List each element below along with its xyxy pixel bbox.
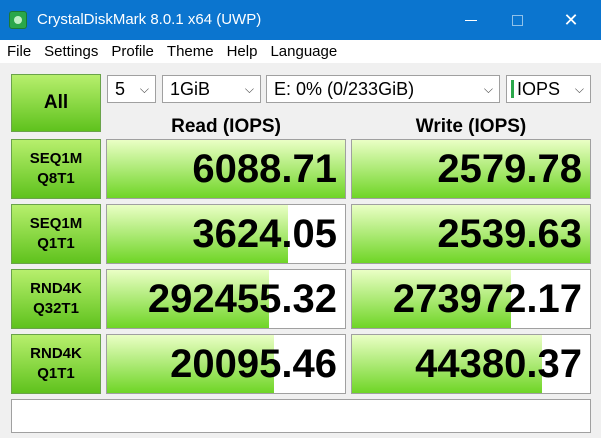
- menu-profile[interactable]: Profile: [104, 43, 160, 60]
- write-value: 2539.63: [437, 212, 582, 256]
- read-value: 6088.71: [192, 147, 337, 191]
- title-bar[interactable]: CrystalDiskMark 8.0.1 x64 (UWP) ✕: [0, 0, 601, 40]
- test-size-value: 1GiB: [170, 79, 211, 99]
- chevron-down-icon: ⌵: [483, 82, 493, 96]
- test-count-value: 5: [115, 79, 126, 99]
- menu-language[interactable]: Language: [263, 43, 343, 60]
- write-header: Write (IOPS): [415, 116, 527, 137]
- close-icon: ✕: [563, 9, 579, 30]
- menu-help[interactable]: Help: [220, 43, 264, 60]
- chevron-down-icon: ⌵: [574, 82, 584, 96]
- test-button-line2: Q1T1: [37, 235, 75, 252]
- write-value: 44380.37: [415, 342, 582, 386]
- write-result-rnd4k-q1t1: 44380.37: [351, 334, 591, 394]
- write-value: 2579.78: [437, 147, 582, 191]
- test-button-rnd4k-q1t1[interactable]: RND4K Q1T1: [11, 334, 101, 394]
- read-result-seq1m-q1t1: 3624.05: [106, 204, 346, 264]
- close-button[interactable]: ✕: [548, 0, 594, 40]
- test-button-seq1m-q1t1[interactable]: SEQ1M Q1T1: [11, 204, 101, 264]
- minimize-button[interactable]: [448, 0, 494, 40]
- chevron-down-icon: ⌵: [244, 82, 254, 96]
- test-button-seq1m-q8t1[interactable]: SEQ1M Q8T1: [11, 139, 101, 199]
- read-value: 292455.32: [147, 277, 337, 321]
- comment-field[interactable]: [11, 399, 591, 433]
- unit-value: IOPS: [517, 79, 561, 99]
- test-button-line1: RND4K: [30, 345, 82, 362]
- read-result-rnd4k-q1t1: 20095.46: [106, 334, 346, 394]
- maximize-icon: [511, 14, 523, 26]
- test-button-line1: SEQ1M: [29, 150, 83, 167]
- test-button-line2: Q32T1: [33, 300, 79, 317]
- test-button-line2: Q1T1: [37, 365, 75, 382]
- menu-file[interactable]: File: [0, 43, 37, 60]
- all-button-label: All: [43, 92, 69, 113]
- test-count-select[interactable]: 5 ⌵: [107, 75, 156, 103]
- unit-indicator: [511, 80, 514, 98]
- drive-value: E: 0% (0/233GiB): [274, 79, 415, 99]
- test-button-line2: Q8T1: [37, 170, 75, 187]
- menu-theme[interactable]: Theme: [160, 43, 220, 60]
- main-panel: All 5 ⌵ 1GiB ⌵ E: 0% (0/233GiB) ⌵ IOPS ⌵…: [0, 63, 601, 438]
- menu-bar: File Settings Profile Theme Help Languag…: [0, 40, 601, 63]
- chevron-down-icon: ⌵: [139, 82, 149, 96]
- write-result-seq1m-q8t1: 2579.78: [351, 139, 591, 199]
- write-result-rnd4k-q32t1: 273972.17: [351, 269, 591, 329]
- read-result-rnd4k-q32t1: 292455.32: [106, 269, 346, 329]
- maximize-button[interactable]: [494, 0, 540, 40]
- read-value: 20095.46: [170, 342, 337, 386]
- read-result-seq1m-q8t1: 6088.71: [106, 139, 346, 199]
- write-result-seq1m-q1t1: 2539.63: [351, 204, 591, 264]
- drive-select[interactable]: E: 0% (0/233GiB) ⌵: [266, 75, 500, 103]
- test-button-rnd4k-q32t1[interactable]: RND4K Q32T1: [11, 269, 101, 329]
- minimize-icon: [465, 19, 477, 21]
- test-button-line1: RND4K: [30, 280, 82, 297]
- all-button[interactable]: All: [11, 74, 101, 132]
- write-value: 273972.17: [392, 277, 582, 321]
- test-button-line1: SEQ1M: [29, 215, 83, 232]
- read-header: Read (IOPS): [171, 116, 281, 137]
- window-title: CrystalDiskMark 8.0.1 x64 (UWP): [37, 11, 262, 28]
- read-value: 3624.05: [192, 212, 337, 256]
- unit-select[interactable]: IOPS ⌵: [506, 75, 591, 103]
- test-size-select[interactable]: 1GiB ⌵: [162, 75, 261, 103]
- menu-settings[interactable]: Settings: [37, 43, 104, 60]
- crystaldiskmark-icon: [9, 11, 27, 29]
